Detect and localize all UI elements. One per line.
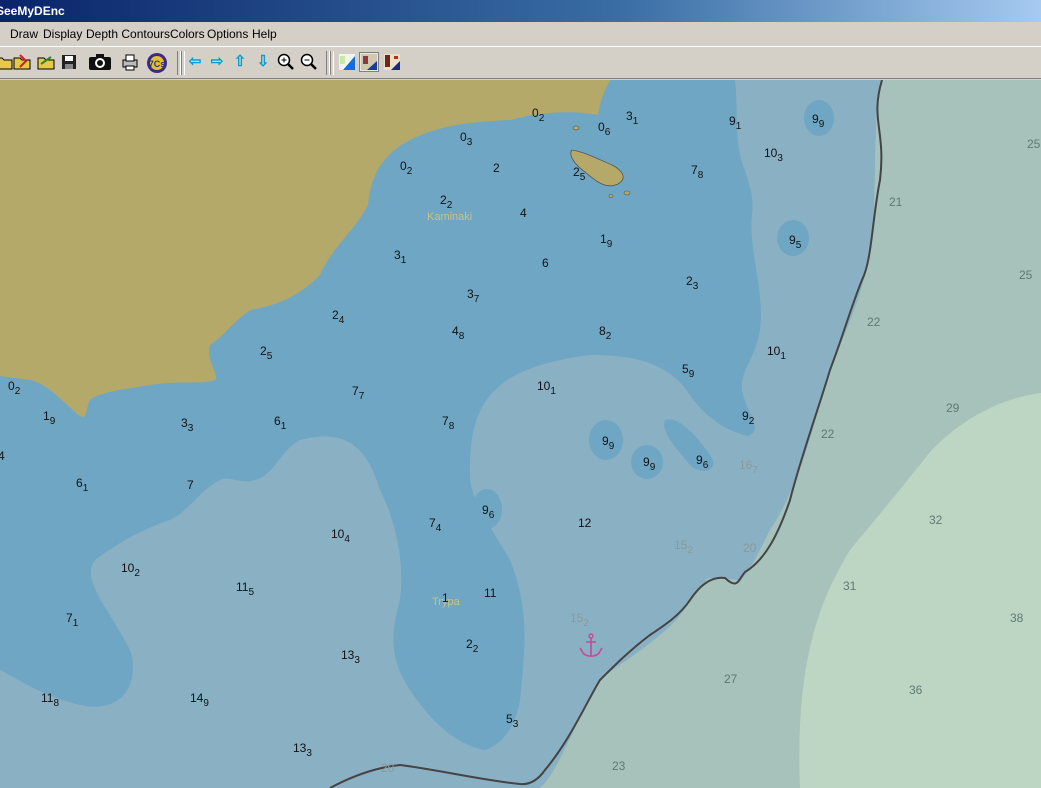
contour-label: 25: [1019, 268, 1033, 282]
zoom-in-icon[interactable]: [276, 52, 296, 72]
night-mode-icon[interactable]: [382, 52, 402, 72]
sounding: 1: [442, 591, 449, 605]
menu-help[interactable]: Help: [252, 22, 277, 46]
contour-label: 23: [612, 759, 626, 773]
open-red-icon[interactable]: [12, 52, 32, 72]
menu-options[interactable]: Options: [207, 22, 248, 46]
contour-label: 25: [1027, 137, 1041, 151]
dusk-mode-icon[interactable]: [359, 52, 379, 72]
nautical-chart[interactable]: Kaminaki Trypa 02 03 06 31 91 99 02 2 25…: [0, 80, 1041, 788]
sounding: 2: [493, 161, 500, 175]
contour-label: 36: [909, 683, 923, 697]
7cs-icon[interactable]: 7Cs: [146, 52, 168, 73]
zoom-out-icon[interactable]: [299, 52, 319, 72]
menu-display[interactable]: Display: [43, 22, 82, 46]
sounding: 4: [520, 206, 527, 220]
contour-label: 20: [381, 761, 395, 775]
chart-canvas[interactable]: Kaminaki Trypa 02 03 06 31 91 99 02 2 25…: [0, 80, 1041, 788]
contour-label: 31: [843, 579, 857, 593]
contour-label: 22: [867, 315, 881, 329]
contour-label: 21: [889, 195, 903, 209]
pan-right-icon[interactable]: ⇨: [207, 52, 227, 72]
menu-colors[interactable]: Colors: [170, 22, 205, 46]
shoal-patch: [804, 100, 834, 136]
print-icon[interactable]: [120, 52, 140, 72]
window-title-bar: SeeMyDEnc: [0, 0, 1041, 22]
sounding: 11: [484, 586, 497, 600]
sounding: 4: [0, 449, 5, 463]
contour-label: 27: [724, 672, 738, 686]
day-mode-icon[interactable]: [337, 52, 357, 72]
sounding: 6: [542, 256, 549, 270]
pan-up-icon[interactable]: ⇧: [230, 52, 250, 72]
menu-bar: Draw Display Depth Contours Colors Optio…: [0, 22, 1041, 46]
contour-label: 32: [929, 513, 943, 527]
toolbar: 7Cs ⇦ ⇨ ⇧ ⇩: [0, 46, 1041, 79]
sounding: 12: [578, 516, 592, 530]
contour-label: 22: [821, 427, 835, 441]
save-icon[interactable]: [59, 52, 79, 72]
pan-left-icon[interactable]: ⇦: [185, 52, 205, 72]
contour-label: 20: [743, 541, 757, 555]
rock: [608, 194, 614, 198]
svg-text:7Cs: 7Cs: [149, 59, 166, 69]
window-title: SeeMyDEnc: [0, 4, 65, 18]
rock: [623, 190, 631, 196]
place-name: Kaminaki: [427, 211, 472, 223]
contour-label: 29: [946, 401, 960, 415]
pan-down-icon[interactable]: ⇩: [253, 52, 273, 72]
camera-icon[interactable]: [88, 52, 112, 72]
menu-depth-contours[interactable]: Depth Contours: [86, 22, 170, 46]
sounding: 7: [187, 478, 194, 492]
open-folder-icon[interactable]: [36, 52, 56, 72]
rock: [572, 125, 580, 131]
contour-label: 38: [1010, 611, 1024, 625]
menu-draw[interactable]: Draw: [10, 22, 38, 46]
